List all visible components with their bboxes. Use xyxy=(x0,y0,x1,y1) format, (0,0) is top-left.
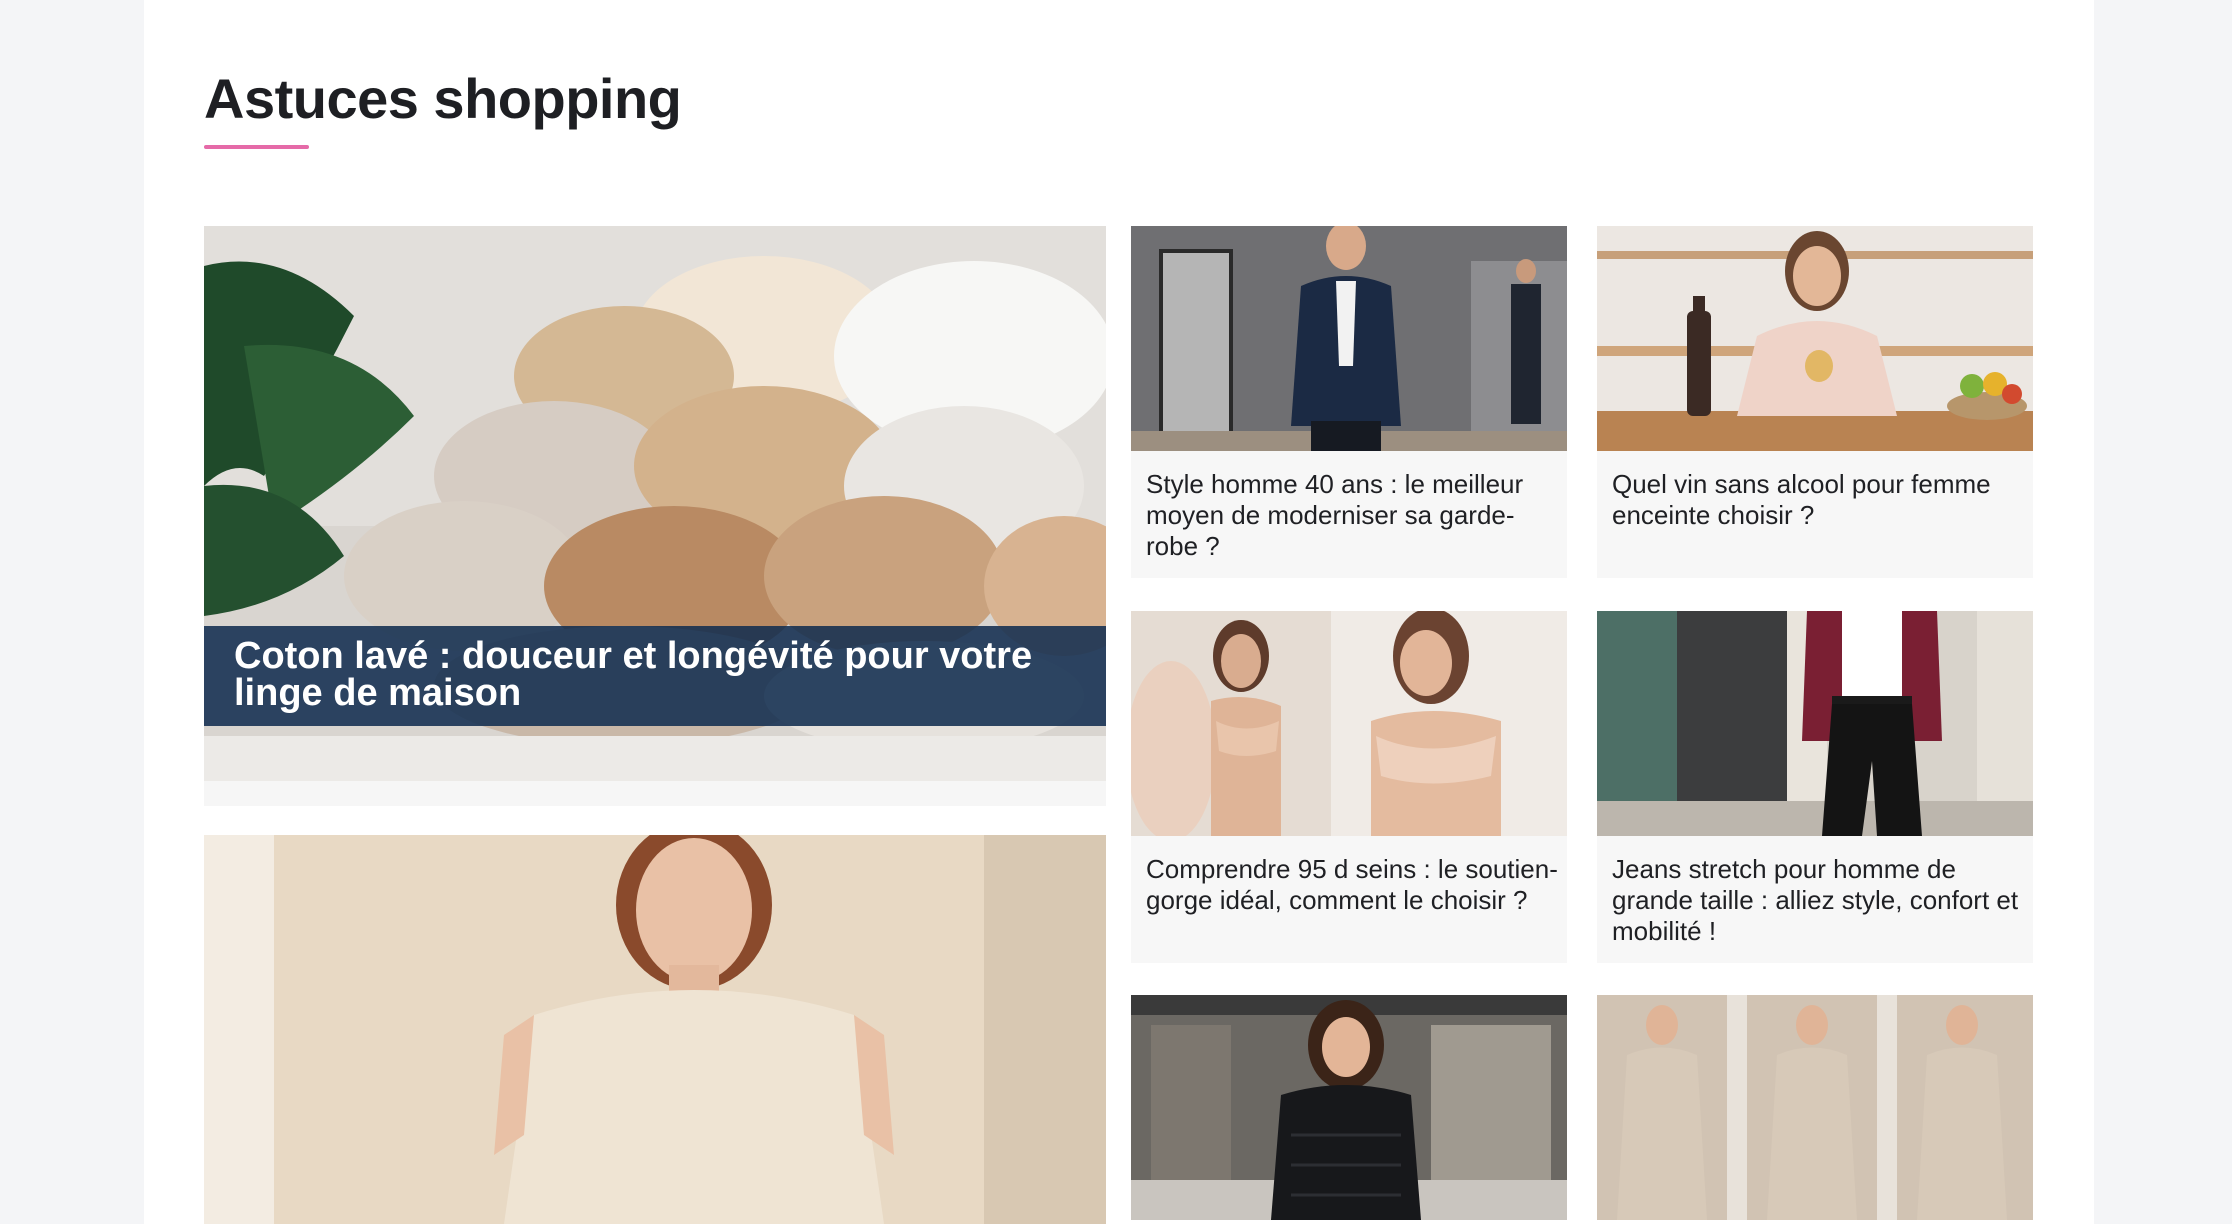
article-image[interactable] xyxy=(1131,226,1567,451)
featured-article-title[interactable]: Coton lavé : douceur et longévité pour v… xyxy=(204,626,1106,726)
article-image[interactable] xyxy=(1131,611,1567,836)
article-image[interactable] xyxy=(1597,995,2033,1220)
featured-article-card[interactable]: Coton lavé : douceur et longévité pour v… xyxy=(204,226,1106,806)
section-title: Astuces shopping xyxy=(204,67,682,130)
article-card[interactable] xyxy=(1131,995,1567,1224)
article-card[interactable]: Style homme 40 ans : le meilleur moyen d… xyxy=(1131,226,1567,578)
article-title[interactable]: Style homme 40 ans : le meilleur moyen d… xyxy=(1146,469,1558,562)
article-image[interactable] xyxy=(1597,226,2033,451)
article-card[interactable]: Jeans stretch pour homme de grande taill… xyxy=(1597,611,2033,963)
featured-article-card-2[interactable] xyxy=(204,835,1106,1224)
article-title[interactable]: Quel vin sans alcool pour femme enceinte… xyxy=(1612,469,2024,531)
featured-article-image-2[interactable] xyxy=(204,835,1106,1224)
article-card[interactable]: Quel vin sans alcool pour femme enceinte… xyxy=(1597,226,2033,578)
article-image[interactable] xyxy=(1597,611,2033,836)
title-underline xyxy=(204,145,309,149)
article-card[interactable] xyxy=(1597,995,2033,1224)
page-container: Astuces shopping Coton lavé: douceur et… xyxy=(144,0,2094,1224)
article-image[interactable] xyxy=(1131,995,1567,1220)
article-title[interactable]: Jeans stretch pour homme de grande taill… xyxy=(1612,854,2024,947)
article-title[interactable]: Comprendre 95 d seins : le soutien-gorge… xyxy=(1146,854,1558,916)
article-card[interactable]: Comprendre 95 d seins : le soutien-gorge… xyxy=(1131,611,1567,963)
